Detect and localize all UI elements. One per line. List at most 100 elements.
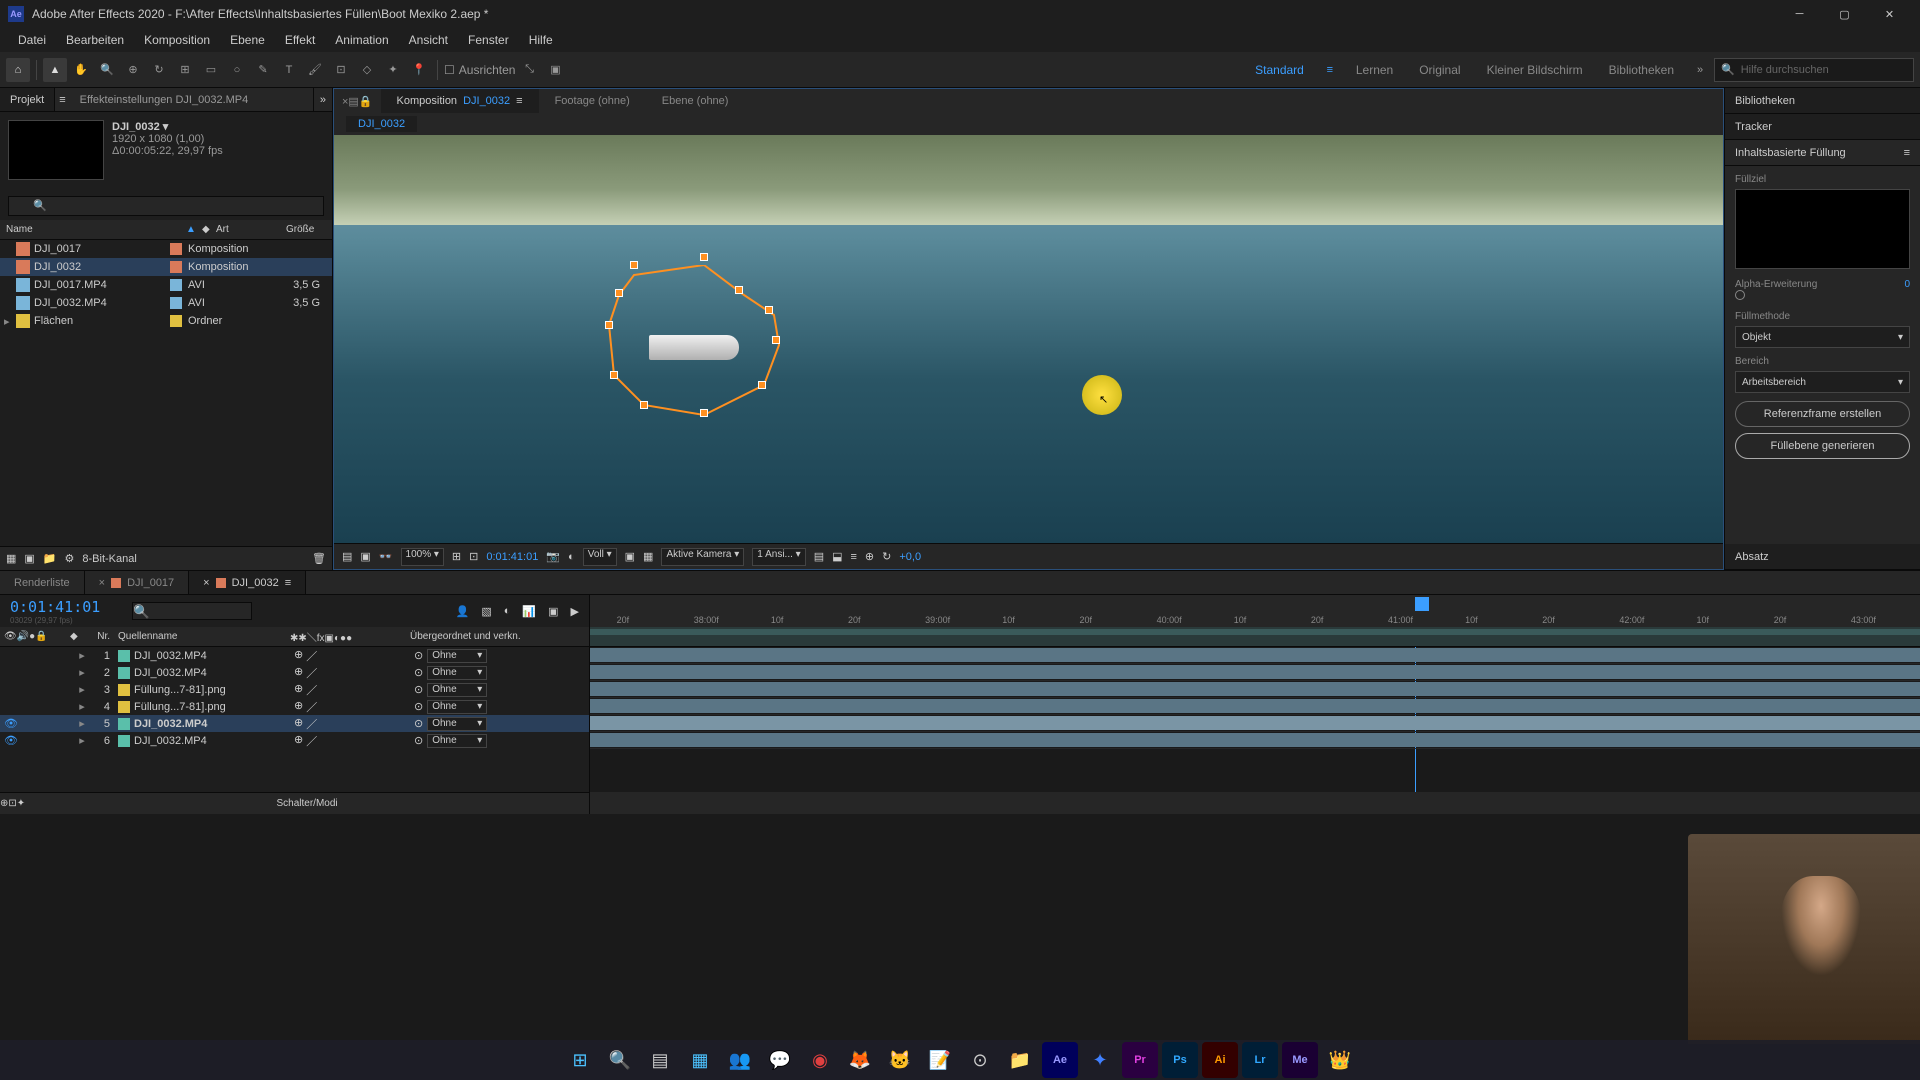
timeline-layer[interactable]: ▸ 2 DJI_0032.MP4 ⊕／ ⊙Ohne ▾: [0, 664, 589, 681]
menu-fenster[interactable]: Fenster: [458, 33, 519, 47]
resolution-dropdown[interactable]: Voll ▾: [583, 548, 617, 566]
tab-dji0032[interactable]: × DJI_0032 ≡: [189, 571, 306, 594]
grid-toggle-icon[interactable]: ⊡: [469, 550, 478, 563]
effect-settings-tab[interactable]: Effekteinstellungen DJI_0032.MP4: [70, 88, 314, 111]
pen-tool[interactable]: ✎: [251, 58, 275, 82]
transparency-icon[interactable]: ▦: [643, 550, 653, 563]
draft3d-icon[interactable]: ▣: [548, 605, 558, 618]
col-art[interactable]: Art: [210, 220, 280, 239]
timeline-ruler[interactable]: 20f38:00f10f20f39:00f10f20f40:00f10f20f4…: [590, 595, 1920, 627]
timeline-layer[interactable]: 👁 ▸ 6 DJI_0032.MP4 ⊕／ ⊙Ohne ▾: [0, 732, 589, 749]
menu-hilfe[interactable]: Hilfe: [519, 33, 563, 47]
sort-icon[interactable]: ▲: [180, 220, 196, 239]
fast-preview-icon[interactable]: ⬓: [832, 550, 842, 563]
workspace-lernen[interactable]: Lernen: [1344, 63, 1405, 77]
render-icon[interactable]: ▶: [571, 605, 579, 618]
create-reference-frame-button[interactable]: Referenzframe erstellen: [1735, 401, 1910, 427]
comp-flow-icon[interactable]: ⊕: [865, 550, 874, 563]
photoshop-icon[interactable]: Ps: [1162, 1042, 1198, 1078]
pan-behind-tool[interactable]: ⊞: [173, 58, 197, 82]
range-dropdown[interactable]: Arbeitsbereich▾: [1735, 371, 1910, 393]
app-icon-3[interactable]: 📝: [922, 1042, 958, 1078]
comp-tab[interactable]: Komposition DJI_0032 ≡: [381, 89, 539, 113]
teams-icon[interactable]: 👥: [722, 1042, 758, 1078]
app-icon-4[interactable]: ✦: [1082, 1042, 1118, 1078]
close-button[interactable]: ✕: [1867, 0, 1912, 28]
project-item[interactable]: DJI_0017.MP4 AVI 3,5 G: [0, 276, 332, 294]
switches-modes-label[interactable]: Schalter/Modi: [25, 798, 589, 809]
menu-animation[interactable]: Animation: [325, 33, 398, 47]
exposure-value[interactable]: +0,0: [899, 551, 921, 563]
hand-tool[interactable]: ✋: [69, 58, 93, 82]
timeline-layer[interactable]: ▸ 3 Füllung...7-81].png ⊕／ ⊙Ohne ▾: [0, 681, 589, 698]
snapshot-icon[interactable]: 📷: [546, 550, 560, 563]
col-label-icon[interactable]: ◆: [196, 220, 210, 239]
start-icon[interactable]: ⊞: [562, 1042, 598, 1078]
mask-icon[interactable]: 👓: [379, 550, 393, 563]
tab-renderliste[interactable]: Renderliste: [0, 571, 85, 594]
brush-tool[interactable]: 🖌: [303, 58, 327, 82]
workspace-bibliotheken[interactable]: Bibliotheken: [1597, 63, 1686, 77]
project-item[interactable]: DJI_0032 Komposition: [0, 258, 332, 276]
fill-method-dropdown[interactable]: Objekt▾: [1735, 326, 1910, 348]
obs-icon[interactable]: ⊙: [962, 1042, 998, 1078]
project-item[interactable]: DJI_0032.MP4 AVI 3,5 G: [0, 294, 332, 312]
type-tool[interactable]: T: [277, 58, 301, 82]
workspace-kleiner[interactable]: Kleiner Bildschirm: [1475, 63, 1595, 77]
timeline-track[interactable]: [590, 732, 1920, 749]
shy-icon[interactable]: 👤: [456, 605, 470, 618]
ae-taskbar-icon[interactable]: Ae: [1042, 1042, 1078, 1078]
premiere-icon[interactable]: Pr: [1122, 1042, 1158, 1078]
timeline-track[interactable]: [590, 664, 1920, 681]
lightroom-icon[interactable]: Lr: [1242, 1042, 1278, 1078]
app-icon-5[interactable]: 👑: [1322, 1042, 1358, 1078]
rotate-tool[interactable]: ↻: [147, 58, 171, 82]
timeline-track[interactable]: [590, 681, 1920, 698]
whatsapp-icon[interactable]: 💬: [762, 1042, 798, 1078]
workspace-menu-icon[interactable]: ≡: [1318, 58, 1342, 82]
zoom-dropdown[interactable]: 100% ▾: [401, 548, 444, 566]
ellipse-tool[interactable]: ○: [225, 58, 249, 82]
graph-icon[interactable]: 📊: [522, 605, 536, 618]
firefox-icon[interactable]: 🦊: [842, 1042, 878, 1078]
app-icon-1[interactable]: ◉: [802, 1042, 838, 1078]
alpha-expansion-value[interactable]: 0: [1904, 279, 1910, 290]
explorer-icon[interactable]: 📁: [1002, 1042, 1038, 1078]
grid-icon[interactable]: ▤: [342, 550, 352, 563]
snap-icon[interactable]: ⤡: [517, 58, 541, 82]
workspace-standard[interactable]: Standard: [1243, 63, 1316, 77]
trash-icon[interactable]: 🗑: [312, 552, 326, 565]
timeline-track[interactable]: [590, 715, 1920, 732]
search-taskbar-icon[interactable]: 🔍: [602, 1042, 638, 1078]
col-source[interactable]: Quellenname: [114, 631, 290, 642]
project-list[interactable]: DJI_0017 Komposition DJI_0032 Kompositio…: [0, 240, 332, 546]
layer-tab[interactable]: Ebene (ohne): [646, 89, 745, 113]
align-checkbox[interactable]: ☐Ausrichten: [444, 63, 515, 77]
timeline-zoom-slider[interactable]: [590, 792, 1920, 814]
interpret-icon[interactable]: ▦: [6, 552, 16, 565]
col-parent[interactable]: Übergeordnet und verkn.: [410, 631, 521, 642]
comp-breadcrumb[interactable]: DJI_0032: [334, 113, 1723, 135]
project-tab[interactable]: Projekt: [0, 88, 55, 111]
camera-dropdown[interactable]: Aktive Kamera ▾: [661, 548, 744, 566]
clone-tool[interactable]: ⊡: [329, 58, 353, 82]
footage-tab[interactable]: Footage (ohne): [539, 89, 646, 113]
current-time-indicator[interactable]: [1415, 597, 1429, 611]
col-name[interactable]: Name: [0, 220, 180, 239]
menu-datei[interactable]: Datei: [8, 33, 56, 47]
media-encoder-icon[interactable]: Me: [1282, 1042, 1318, 1078]
menu-bearbeiten[interactable]: Bearbeiten: [56, 33, 134, 47]
flowchart-icon[interactable]: ×▤🔒: [334, 95, 381, 108]
depth-label[interactable]: 8-Bit-Kanal: [82, 553, 136, 565]
menu-ansicht[interactable]: Ansicht: [399, 33, 458, 47]
px-aspect-icon[interactable]: ▤: [814, 550, 824, 563]
timeline-search[interactable]: [132, 602, 252, 620]
panel-bibliotheken[interactable]: Bibliotheken: [1725, 88, 1920, 114]
snap-options-icon[interactable]: ▣: [543, 58, 567, 82]
zoom-tool[interactable]: 🔍: [95, 58, 119, 82]
timeline-layer[interactable]: ▸ 4 Füllung...7-81].png ⊕／ ⊙Ohne ▾: [0, 698, 589, 715]
col-size[interactable]: Größe: [280, 220, 320, 239]
eraser-tool[interactable]: ◇: [355, 58, 379, 82]
timeline-current-time[interactable]: 0:01:41:01: [10, 598, 100, 616]
timeline-icon[interactable]: ≡: [851, 551, 857, 563]
